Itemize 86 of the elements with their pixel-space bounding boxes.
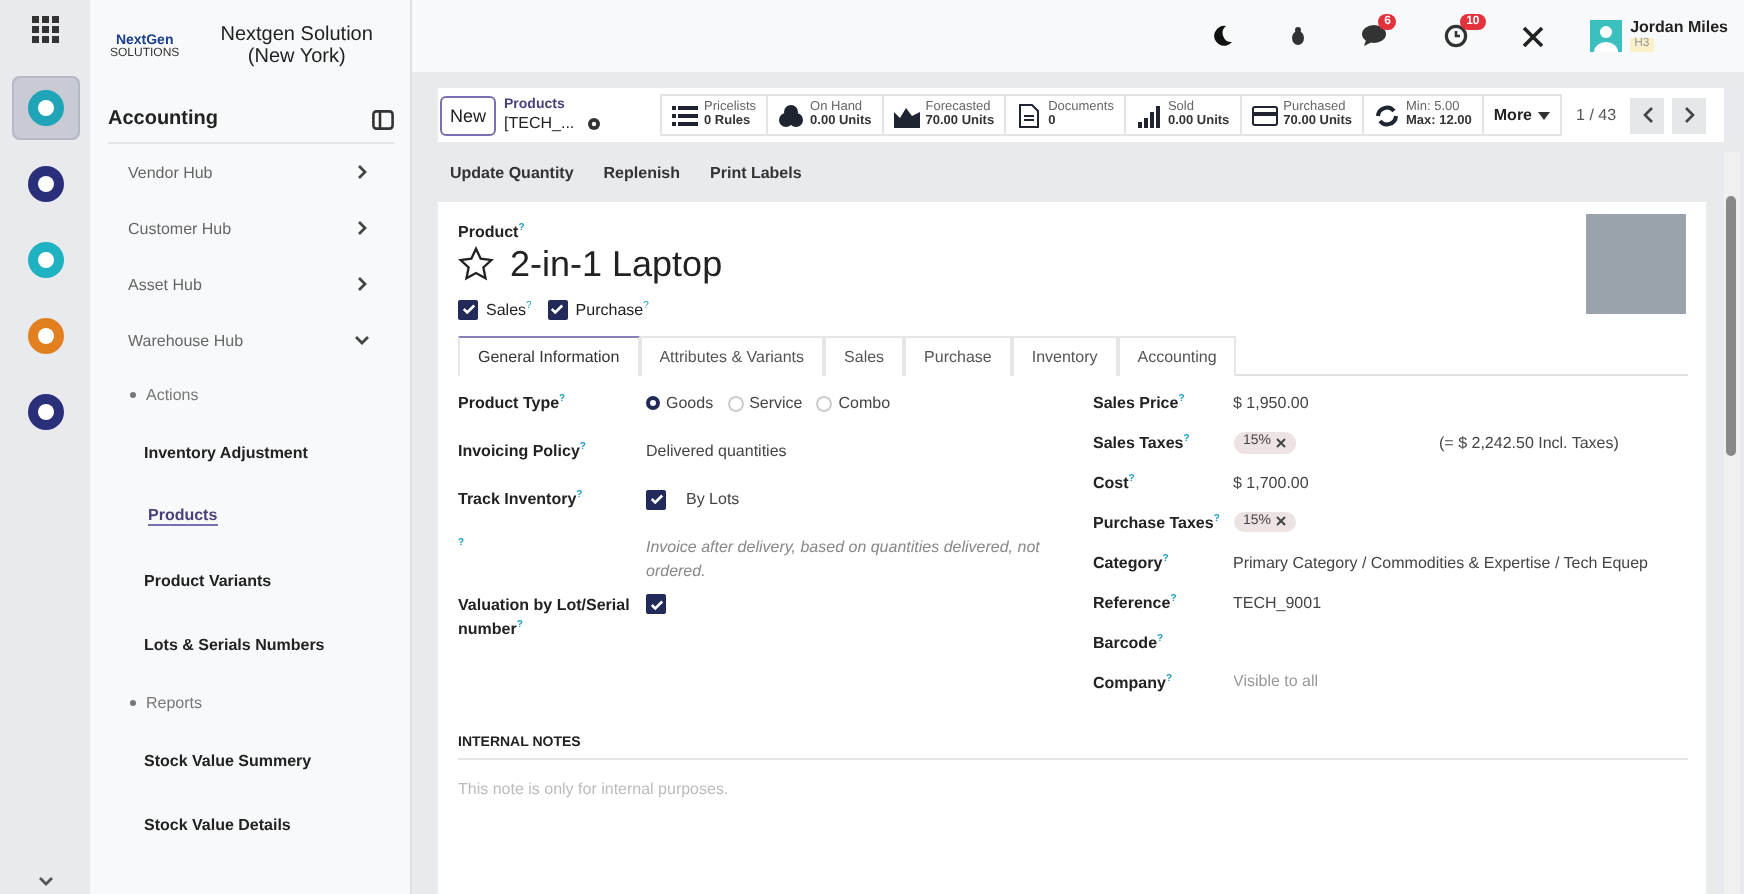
next-button[interactable] — [1672, 97, 1707, 133]
field-label: Track Inventory$^{?}$ — [458, 487, 585, 512]
chevron-down-icon[interactable] — [37, 876, 53, 888]
sidebar-title: Accounting — [108, 108, 218, 130]
field-value[interactable]: TECH_9001 — [1233, 591, 1322, 616]
checkbox[interactable] — [646, 594, 666, 615]
sidebar-hub[interactable]: Vendor Hub — [90, 144, 410, 200]
pager-counter: 1 / 43 — [1576, 106, 1617, 124]
sidebar-link[interactable]: Stock Value Summery — [144, 751, 312, 769]
field-label: Category$^{?}$ — [1093, 551, 1171, 576]
field-label: Sales Price$^{?}$ — [1093, 391, 1187, 416]
field-label: Company$^{?}$ — [1093, 671, 1175, 696]
action-button[interactable]: Replenish — [603, 163, 681, 181]
field-label: Product Type$^{?}$ — [458, 391, 568, 416]
section-label: Reports — [146, 693, 203, 711]
radio-label: Goods — [666, 391, 714, 416]
sidebar-hub[interactable]: Warehouse Hub — [90, 312, 410, 368]
field-label: Purchase Taxes$^{?}$ — [1093, 511, 1222, 536]
chevron-right-icon — [1683, 106, 1696, 124]
tab[interactable]: Inventory — [1011, 335, 1118, 376]
company-field[interactable]: Visible to all — [1233, 671, 1533, 690]
field-label: Invoicing Policy$^{?}$ — [458, 439, 588, 464]
tab[interactable]: Purchase — [904, 335, 1012, 376]
field-label: Cost$^{?}$ — [1093, 471, 1137, 496]
sidebar-link[interactable]: Inventory Adjustment — [144, 443, 308, 461]
sidebar-link[interactable]: Lots & Serials Numbers — [144, 635, 325, 653]
chevron-right-icon — [354, 164, 370, 180]
chevron-right-icon — [354, 276, 370, 292]
checkbox[interactable] — [458, 299, 478, 320]
field-value[interactable]: Delivered quantities — [646, 439, 787, 464]
clock-icon[interactable] — [1444, 24, 1469, 48]
user-name[interactable]: Jordan Miles — [1630, 20, 1728, 39]
radio-label: Combo — [838, 391, 891, 416]
record-name: [TECH_... — [504, 113, 575, 133]
field-label: Sales Taxes$^{?}$ — [1093, 431, 1192, 456]
refresh-icon — [1374, 103, 1400, 127]
company-name: Nextgen Solution (New York) — [218, 24, 375, 68]
checkbox-label: Sales$^{?}$ — [486, 299, 532, 319]
caret-icon — [1538, 111, 1551, 119]
field-value[interactable]: $ 1,700.00 — [1233, 471, 1309, 496]
section-label: Actions — [146, 385, 199, 403]
field-value[interactable]: $ 1,950.00 — [1233, 391, 1309, 416]
remove-icon[interactable] — [1275, 438, 1286, 449]
tab[interactable]: Sales — [824, 335, 905, 376]
field-value[interactable]: Primary Category / Commodities & Expertise / Tech Equep — [1233, 551, 1648, 576]
moon-icon[interactable] — [1210, 24, 1235, 48]
sidebar-hub[interactable]: Asset Hub — [90, 256, 410, 312]
field-label: Barcode$^{?}$ — [1093, 631, 1166, 656]
sidebar-link[interactable]: Stock Value Details — [144, 815, 291, 833]
document-icon — [1016, 103, 1043, 127]
field-label: ? — [458, 535, 467, 552]
radio-label: Service — [749, 391, 803, 416]
field-label: Product$^{?}$ — [458, 222, 527, 242]
chevron-left-icon — [1641, 106, 1654, 124]
list-icon — [672, 103, 699, 127]
checkbox[interactable] — [646, 489, 666, 510]
tab[interactable]: Attributes & Variants — [639, 335, 825, 376]
tax-included-text: (= $ 2,242.50 Incl. Taxes) — [1439, 431, 1619, 456]
gear-icon[interactable] — [586, 115, 603, 132]
sidebar-hub[interactable]: Customer Hub — [90, 200, 410, 256]
chevron-down-icon — [354, 332, 370, 348]
remove-icon[interactable] — [1275, 516, 1286, 527]
credit-card-icon — [1251, 103, 1278, 127]
action-button[interactable]: Update Quantity — [450, 163, 574, 181]
star-icon[interactable] — [458, 246, 494, 283]
radio-button[interactable] — [646, 396, 660, 411]
tab[interactable]: Accounting — [1117, 335, 1237, 376]
apps-menu-icon[interactable] — [31, 16, 59, 44]
area-chart-icon — [893, 103, 920, 127]
bar-chart-icon — [1135, 103, 1162, 127]
action-button[interactable]: Print Labels — [710, 163, 802, 181]
sidebar-link[interactable]: Product Variants — [144, 571, 272, 589]
sidebar-toggle-icon[interactable] — [372, 109, 394, 129]
field-label: Valuation by Lot/Serial number$^{?}$ — [458, 594, 632, 643]
help-text: Invoice after delivery, based on quantities delivered, not ordered. — [646, 535, 1042, 585]
checkbox-label: By Lots — [686, 487, 740, 512]
product-name[interactable]: 2-in-1 Laptop — [510, 243, 723, 286]
sidebar-link[interactable]: Products — [148, 506, 218, 526]
tab[interactable]: General Information — [458, 335, 640, 376]
chat-icon[interactable] — [1362, 24, 1391, 48]
new-button[interactable]: New — [440, 95, 497, 135]
checkbox-label: Purchase$^{?}$ — [575, 299, 649, 319]
chevron-right-icon — [354, 220, 370, 236]
previous-button[interactable] — [1630, 97, 1665, 133]
field-label: Reference$^{?}$ — [1093, 591, 1179, 616]
checkbox[interactable] — [547, 299, 568, 320]
